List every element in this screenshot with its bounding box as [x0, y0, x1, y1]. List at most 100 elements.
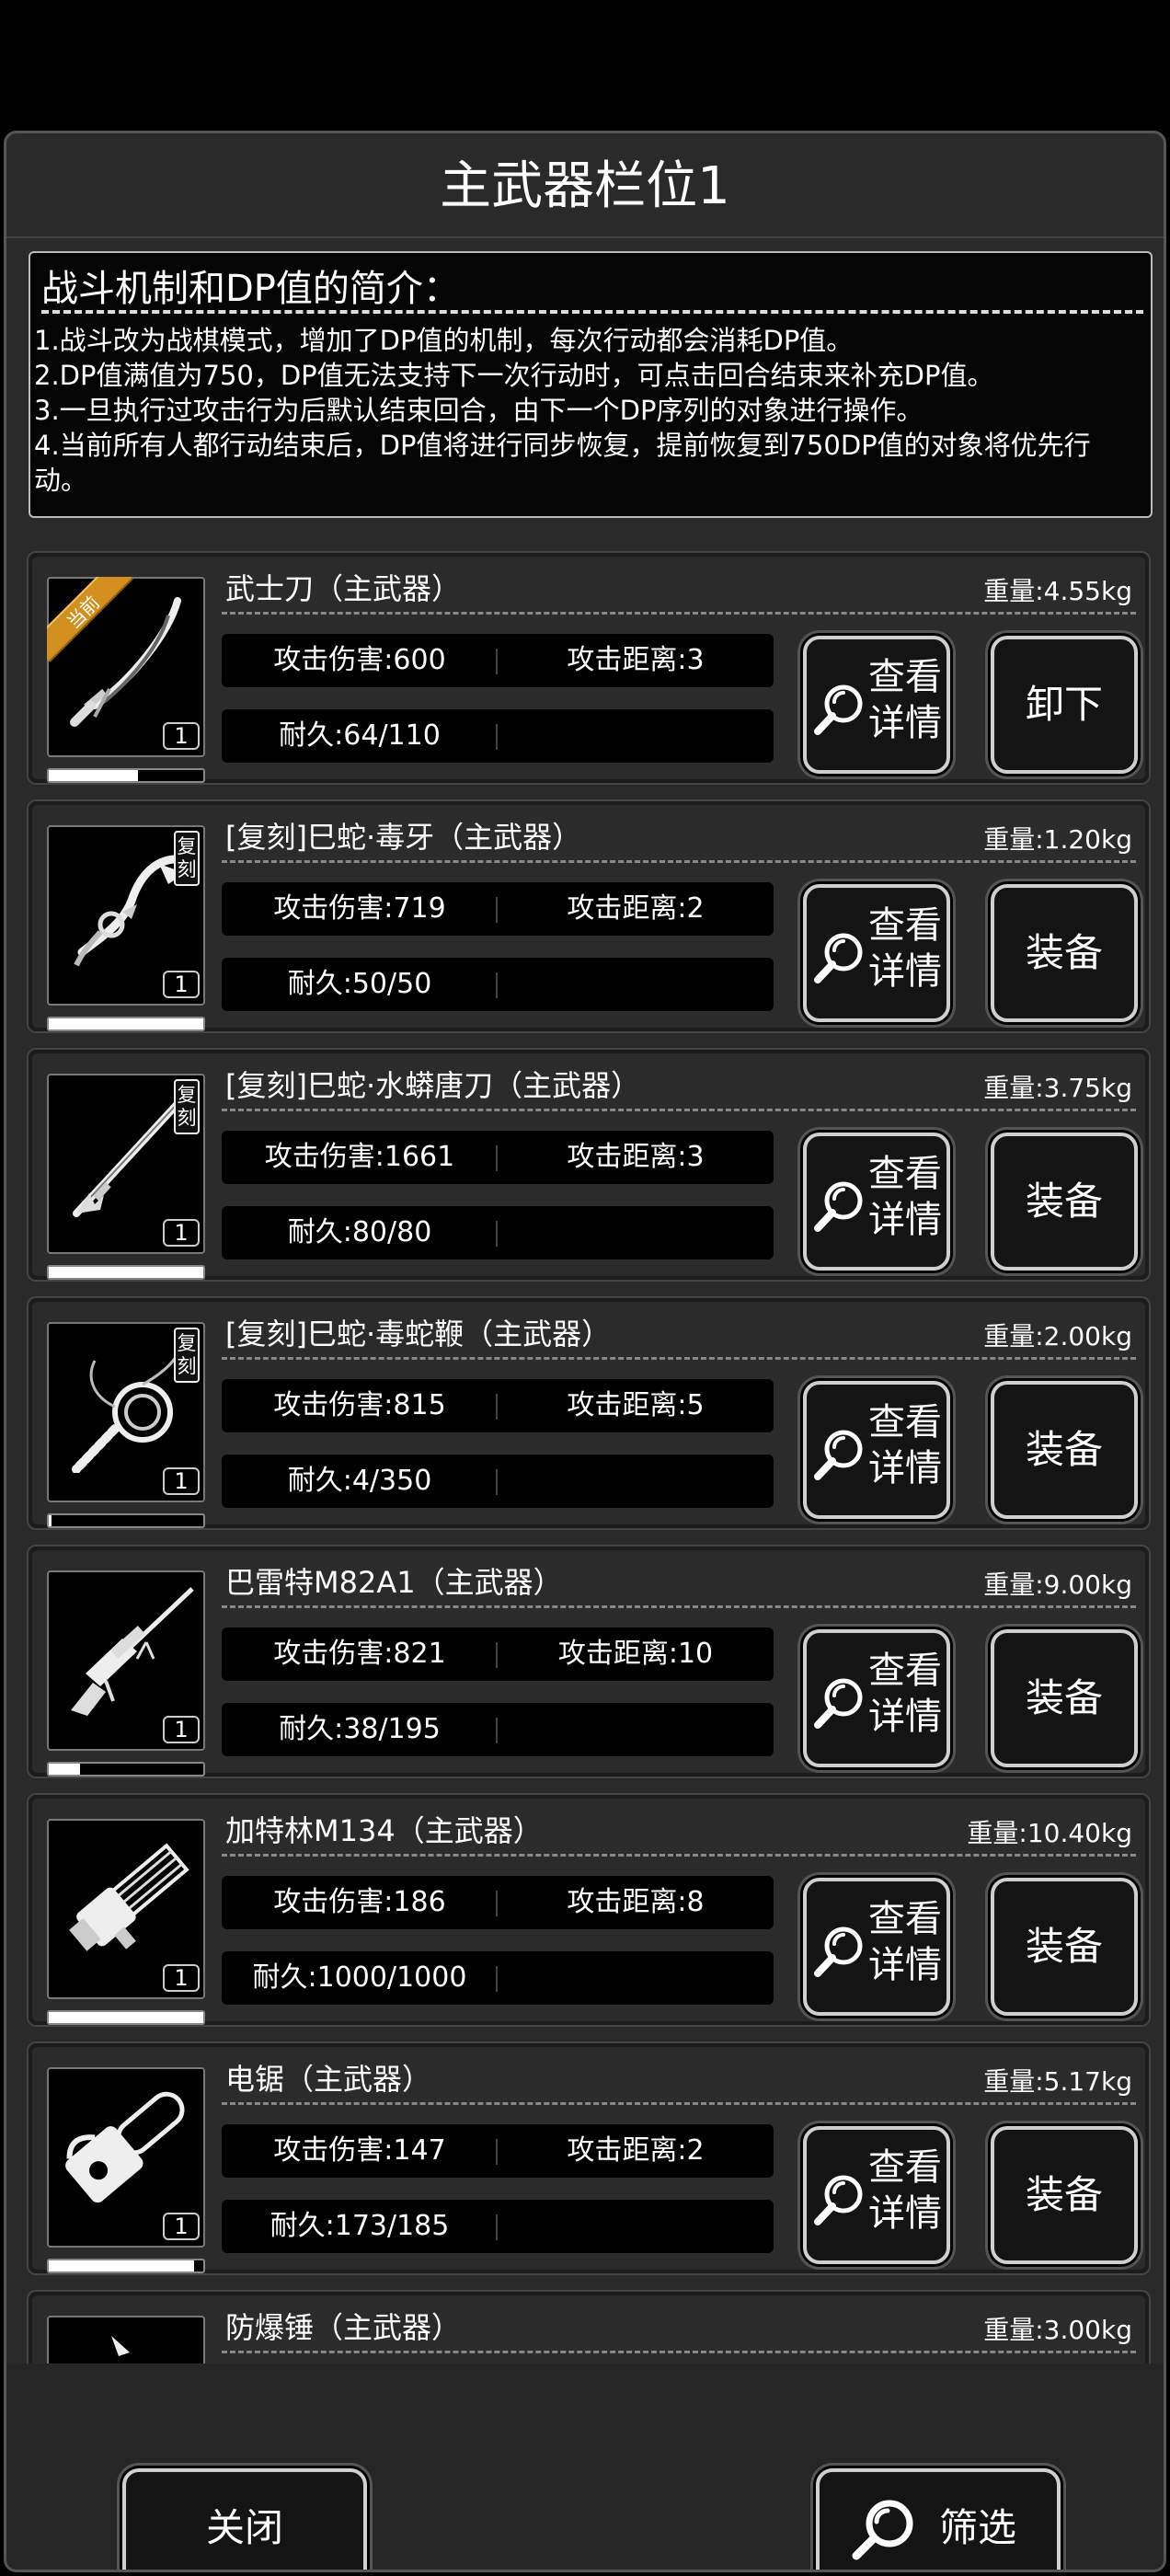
attack-damage: 攻击伤害:186: [273, 1886, 446, 1918]
name-divider: [222, 2351, 1136, 2353]
view-details-button[interactable]: 查看详情: [803, 2126, 950, 2264]
attack-damage: 攻击伤害:821: [273, 1638, 446, 1670]
attack-damage: 攻击伤害:600: [273, 644, 446, 676]
weapon-thumbnail[interactable]: 1: [47, 1570, 205, 1751]
equip-button[interactable]: 装备: [991, 1878, 1138, 2016]
durability-text: 耐久:4/350: [287, 1465, 432, 1497]
stat-row-durability: 耐久:173/185: [222, 2200, 774, 2253]
equip-button[interactable]: 卸下: [991, 636, 1138, 774]
durability-text: 耐久:50/50: [287, 968, 432, 1000]
intro-line: 2.DP值满值为750，DP值无法支持下一次行动时，可点击回合结束来补充DP值。: [34, 360, 994, 391]
view-details-button[interactable]: 查看详情: [803, 1629, 950, 1767]
weapon-thumbnail[interactable]: 1 复刻: [47, 1074, 205, 1254]
weapon-card-body: 1 复刻 [复刻]巳蛇·毒蛇鞭（主武器） 重量:2.00kg 攻击伤害:815 …: [32, 1302, 1145, 1528]
weapon-weight: 重量:10.40kg: [967, 1818, 1132, 1848]
weapon-thumbnail[interactable]: 1 复刻: [47, 1322, 205, 1502]
magnifier-icon: [814, 1926, 863, 1977]
attack-range: 攻击距离:10: [557, 1638, 714, 1670]
stat-divider: [496, 2214, 498, 2240]
view-details-label: 查看详情: [868, 2146, 942, 2235]
copy-badge: 复刻: [174, 831, 200, 886]
stat-row-combat: 攻击伤害:821 攻击距离:10: [222, 1627, 774, 1681]
durability-text: 耐久:80/80: [287, 1216, 432, 1248]
stat-row-combat: 攻击伤害:815 攻击距离:5: [222, 1379, 774, 1432]
name-divider: [222, 1605, 1136, 1608]
gatling-gun-icon: [69, 1843, 189, 1951]
quantity-badge: 1: [163, 1964, 200, 1992]
riot-hammer-icon: [111, 2336, 130, 2356]
intro-line: 3.一旦执行过攻击行为后默认结束回合，由下一个DP序列的对象进行操作。: [34, 395, 923, 426]
stat-row-durability: 耐久:80/80: [222, 1206, 774, 1259]
stat-divider: [496, 724, 498, 750]
view-details-label: 查看详情: [868, 1153, 942, 1241]
quantity-badge: 1: [163, 2213, 200, 2240]
weapon-weight: 重量:9.00kg: [983, 1570, 1132, 1600]
weapon-card-body: 1 当前 武士刀（主武器） 重量:4.55kg 攻击伤害:600 攻击距离:3 …: [32, 557, 1145, 783]
equip-button[interactable]: 装备: [991, 2126, 1138, 2264]
weapon-card-6[interactable]: 1 加特林M134（主武器） 重量:10.40kg 攻击伤害:186 攻击距离:…: [27, 1793, 1151, 2027]
durability-bar: [47, 2259, 205, 2273]
current-badge: 当前: [47, 577, 139, 669]
equip-button[interactable]: 装备: [991, 1133, 1138, 1271]
intro-line: 4.当前所有人都行动结束后，DP值将进行同步恢复，提前恢复到750DP值的对象将…: [34, 430, 1091, 496]
footer-bar: 关闭 筛选: [6, 2363, 1164, 2570]
durability-bar: [47, 2010, 205, 2025]
weapon-card-8[interactable]: 防爆锤（主武器） 重量:3.00kg 查看详情 装备: [27, 2290, 1151, 2363]
attack-damage: 攻击伤害:719: [273, 892, 446, 925]
weapon-card-3[interactable]: 1 复刻 [复刻]巳蛇·水蟒唐刀（主武器） 重量:3.75kg 攻击伤害:166…: [27, 1048, 1151, 1282]
weapon-card-4[interactable]: 1 复刻 [复刻]巳蛇·毒蛇鞭（主武器） 重量:2.00kg 攻击伤害:815 …: [27, 1296, 1151, 1530]
weapon-name: 电锯（主武器）: [225, 2062, 432, 2097]
weapon-card-2[interactable]: 1 复刻 [复刻]巳蛇·毒牙（主武器） 重量:1.20kg 攻击伤害:719 攻…: [27, 799, 1151, 1033]
view-details-button[interactable]: 查看详情: [803, 1133, 950, 1271]
view-details-button[interactable]: 查看详情: [803, 636, 950, 774]
equip-button-label: 装备: [1025, 930, 1103, 975]
stat-row-combat: 攻击伤害:147 攻击距离:2: [222, 2124, 774, 2178]
weapon-name: 巴雷特M82A1（主武器）: [225, 1565, 563, 1600]
durability-text: 耐久:64/110: [279, 719, 441, 752]
filter-button[interactable]: 筛选: [816, 2468, 1061, 2570]
weapon-name: [复刻]巳蛇·毒牙（主武器）: [225, 820, 582, 855]
weapon-card-7[interactable]: 1 电锯（主武器） 重量:5.17kg 攻击伤害:147 攻击距离:2 耐久:1…: [27, 2041, 1151, 2275]
weapon-card-body: 1 复刻 [复刻]巳蛇·毒牙（主武器） 重量:1.20kg 攻击伤害:719 攻…: [32, 805, 1145, 1031]
weapon-thumbnail[interactable]: 1 复刻: [47, 825, 205, 1006]
magnifier-icon: [814, 933, 863, 983]
weapon-thumbnail[interactable]: 1: [47, 2067, 205, 2248]
durability-fill: [49, 1267, 203, 1278]
view-details-button[interactable]: 查看详情: [803, 1381, 950, 1519]
weapon-name: [复刻]巳蛇·水蟒唐刀（主武器）: [225, 1068, 641, 1103]
weapon-thumbnail[interactable]: 1: [47, 1819, 205, 1999]
quantity-badge: 1: [163, 722, 200, 750]
weapon-list[interactable]: 1 当前 武士刀（主武器） 重量:4.55kg 攻击伤害:600 攻击距离:3 …: [6, 544, 1164, 2363]
durability-bar: [47, 1513, 205, 1528]
stat-divider: [496, 972, 498, 998]
weapon-card-5[interactable]: 1 巴雷特M82A1（主武器） 重量:9.00kg 攻击伤害:821 攻击距离:…: [27, 1545, 1151, 1778]
weapon-card-body: 1 电锯（主武器） 重量:5.17kg 攻击伤害:147 攻击距离:2 耐久:1…: [32, 2047, 1145, 2273]
weapon-weight: 重量:3.00kg: [983, 2315, 1132, 2345]
magnifier-icon: [814, 1181, 863, 1232]
weapon-card-1[interactable]: 1 当前 武士刀（主武器） 重量:4.55kg 攻击伤害:600 攻击距离:3 …: [27, 551, 1151, 785]
equip-button-label: 装备: [1025, 1924, 1103, 1969]
name-divider: [222, 1357, 1136, 1360]
weapon-thumbnail[interactable]: 1 当前: [47, 577, 205, 757]
copy-badge: 复刻: [174, 1328, 200, 1383]
view-details-button[interactable]: 查看详情: [803, 884, 950, 1022]
name-divider: [222, 860, 1136, 863]
weapon-thumbnail[interactable]: [47, 2316, 205, 2363]
magnifier-icon: [814, 1430, 863, 1480]
attack-range: 攻击距离:2: [567, 892, 705, 925]
name-divider: [222, 2102, 1136, 2105]
equip-button[interactable]: 装备: [991, 884, 1138, 1022]
intro-box: 战斗机制和DP值的简介： 1.战斗改为战棋模式，增加了DP值的机制，每次行动都会…: [29, 251, 1153, 518]
name-divider: [222, 1854, 1136, 1857]
attack-damage: 攻击伤害:1661: [264, 1141, 455, 1173]
view-details-button[interactable]: 查看详情: [803, 1878, 950, 2016]
attack-damage: 攻击伤害:815: [273, 1389, 446, 1421]
close-button[interactable]: 关闭: [122, 2468, 367, 2570]
durability-fill: [49, 1515, 52, 1526]
current-badge-label: 当前: [47, 577, 133, 662]
title-divider: [6, 236, 1164, 238]
equip-button[interactable]: 装备: [991, 1381, 1138, 1519]
equip-button[interactable]: 装备: [991, 1629, 1138, 1767]
weapon-weight: 重量:2.00kg: [983, 1321, 1132, 1351]
search-icon: [852, 2500, 913, 2560]
